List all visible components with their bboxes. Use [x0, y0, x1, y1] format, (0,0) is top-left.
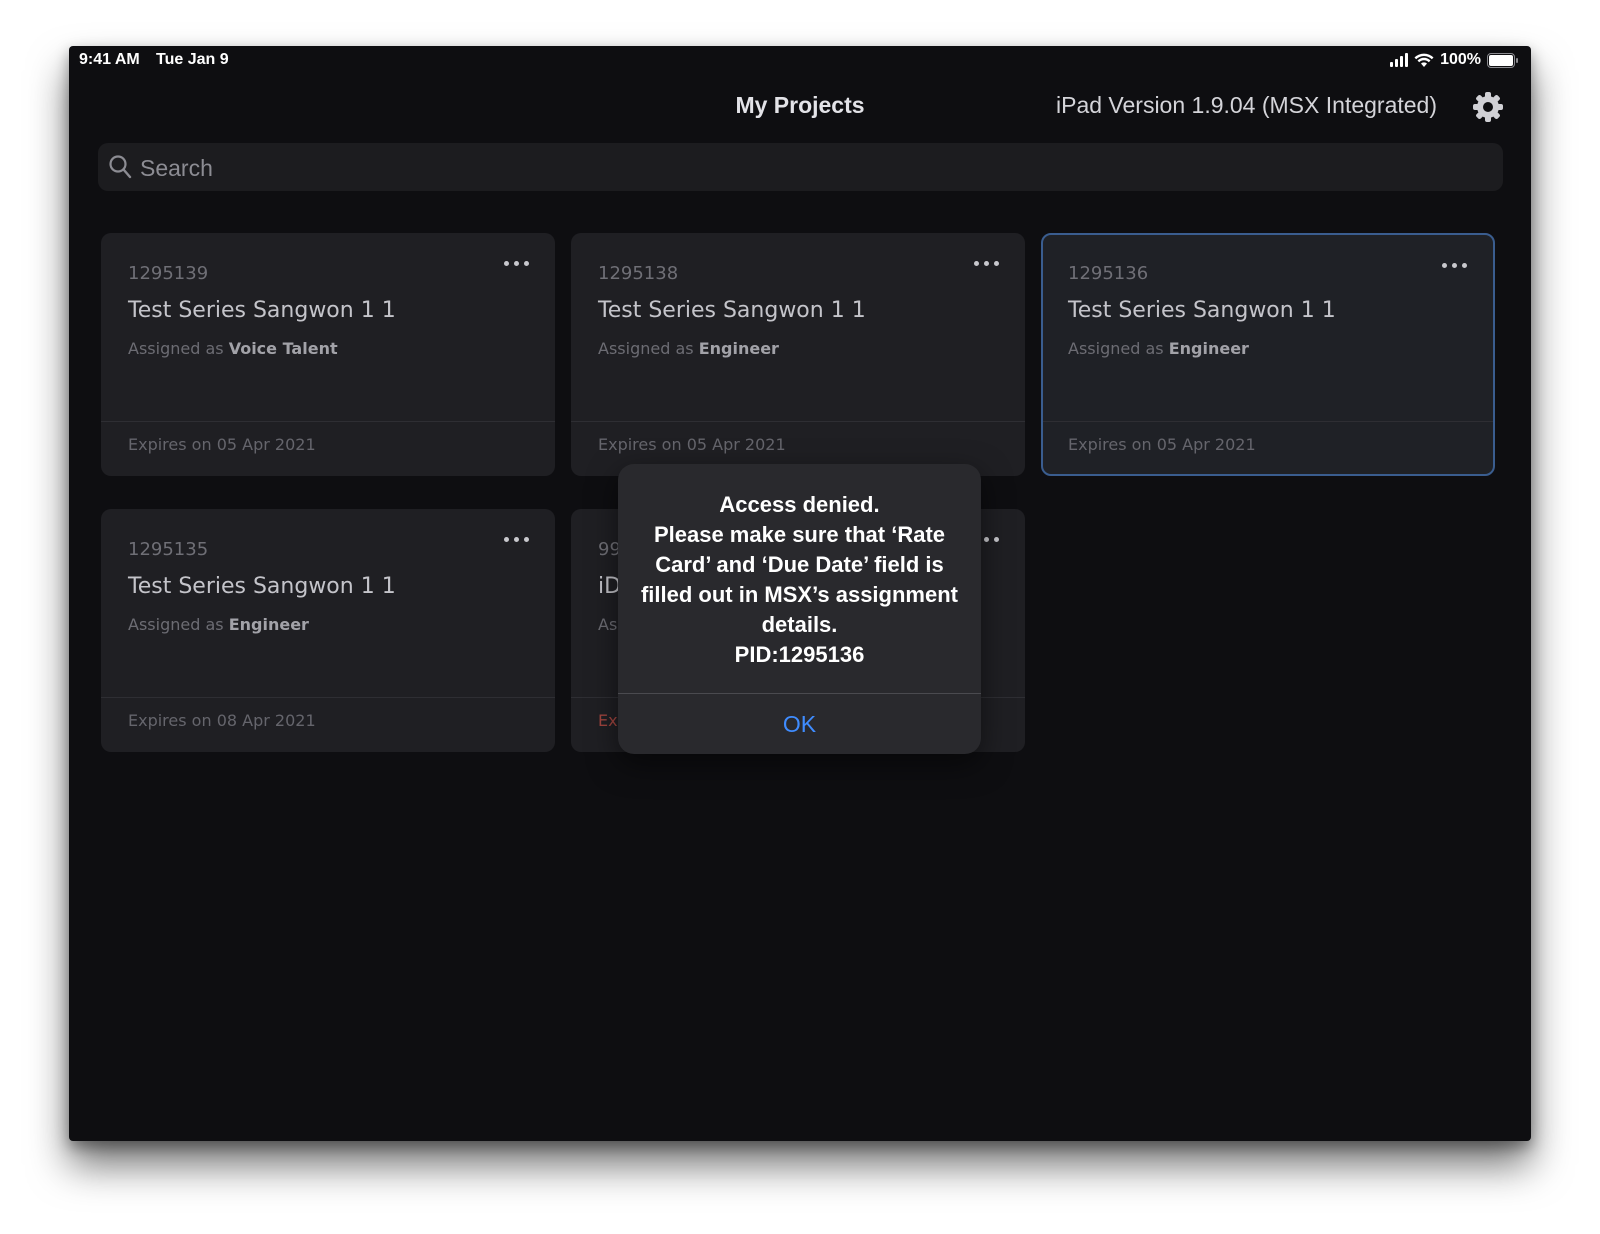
status-indicators: 100%: [1390, 51, 1519, 69]
ipad-screen: 9:41 AM Tue Jan 9 100% My Projects iPad …: [69, 46, 1531, 1141]
project-id: 1295136: [1068, 263, 1149, 284]
project-title: Test Series Sangwon 1 1: [128, 574, 396, 599]
cellular-signal-icon: [1390, 53, 1409, 67]
project-assignment: Assigned as Engineer: [1068, 339, 1249, 358]
project-card[interactable]: 1295139 Test Series Sangwon 1 1 Assigned…: [101, 233, 555, 476]
project-assignment: Assigned as Engineer: [598, 339, 779, 358]
project-expiry: Expires on 08 Apr 2021: [128, 711, 316, 730]
card-divider: [101, 421, 555, 422]
project-card[interactable]: 1295138 Test Series Sangwon 1 1 Assigned…: [571, 233, 1025, 476]
card-divider: [1043, 421, 1493, 422]
project-assignment: Assigned as Voice Talent: [128, 339, 338, 358]
more-options-icon[interactable]: [504, 261, 529, 266]
project-title: Test Series Sangwon 1 1: [598, 298, 866, 323]
app-version-label: iPad Version 1.9.04 (MSX Integrated): [1056, 92, 1437, 118]
gear-icon[interactable]: [1471, 90, 1505, 124]
access-denied-alert: Access denied. Please make sure that ‘Ra…: [618, 464, 981, 754]
assigned-role: Engineer: [698, 339, 779, 358]
more-options-icon[interactable]: [974, 261, 999, 266]
assigned-as-label: Assigned as: [1068, 339, 1164, 358]
project-expiry: Expires on 05 Apr 2021: [128, 435, 316, 454]
more-options-icon[interactable]: [504, 537, 529, 542]
assigned-role: Voice Talent: [228, 339, 338, 358]
assigned-as-label: Assigned as: [128, 339, 224, 358]
status-time: 9:41 AM: [79, 51, 140, 68]
project-assignment: Assigned as Engineer: [128, 615, 309, 634]
card-divider: [571, 421, 1025, 422]
project-title: Test Series Sangwon 1 1: [128, 298, 396, 323]
search-input[interactable]: [138, 143, 1482, 193]
wifi-icon: [1414, 53, 1434, 68]
assigned-role: Engineer: [228, 615, 309, 634]
project-expiry: Ex: [598, 711, 618, 730]
search-bar[interactable]: [98, 143, 1503, 193]
card-divider: [101, 697, 555, 698]
project-id: 1295135: [128, 539, 209, 560]
status-date: Tue Jan 9: [156, 51, 229, 68]
project-expiry: Expires on 05 Apr 2021: [598, 435, 786, 454]
project-id: 1295139: [128, 263, 209, 284]
project-id: 1295138: [598, 263, 679, 284]
project-card[interactable]: 1295135 Test Series Sangwon 1 1 Assigned…: [101, 509, 555, 752]
project-title: Test Series Sangwon 1 1: [1068, 298, 1336, 323]
assigned-as-label: As: [598, 615, 618, 634]
ok-button[interactable]: OK: [618, 694, 981, 754]
assigned-as-label: Assigned as: [128, 615, 224, 634]
search-icon: [108, 154, 132, 185]
assigned-as-label: Assigned as: [598, 339, 694, 358]
alert-message: Access denied. Please make sure that ‘Ra…: [640, 492, 958, 667]
battery-percent: 100%: [1440, 51, 1481, 68]
assigned-role: Engineer: [1168, 339, 1249, 358]
battery-icon: [1487, 52, 1519, 68]
status-bar: 9:41 AM Tue Jan 9 100%: [69, 46, 1531, 76]
project-expiry: Expires on 05 Apr 2021: [1068, 435, 1256, 454]
more-options-icon[interactable]: [1442, 263, 1467, 268]
project-card-selected[interactable]: 1295136 Test Series Sangwon 1 1 Assigned…: [1041, 233, 1495, 476]
project-assignment: As: [598, 615, 617, 634]
